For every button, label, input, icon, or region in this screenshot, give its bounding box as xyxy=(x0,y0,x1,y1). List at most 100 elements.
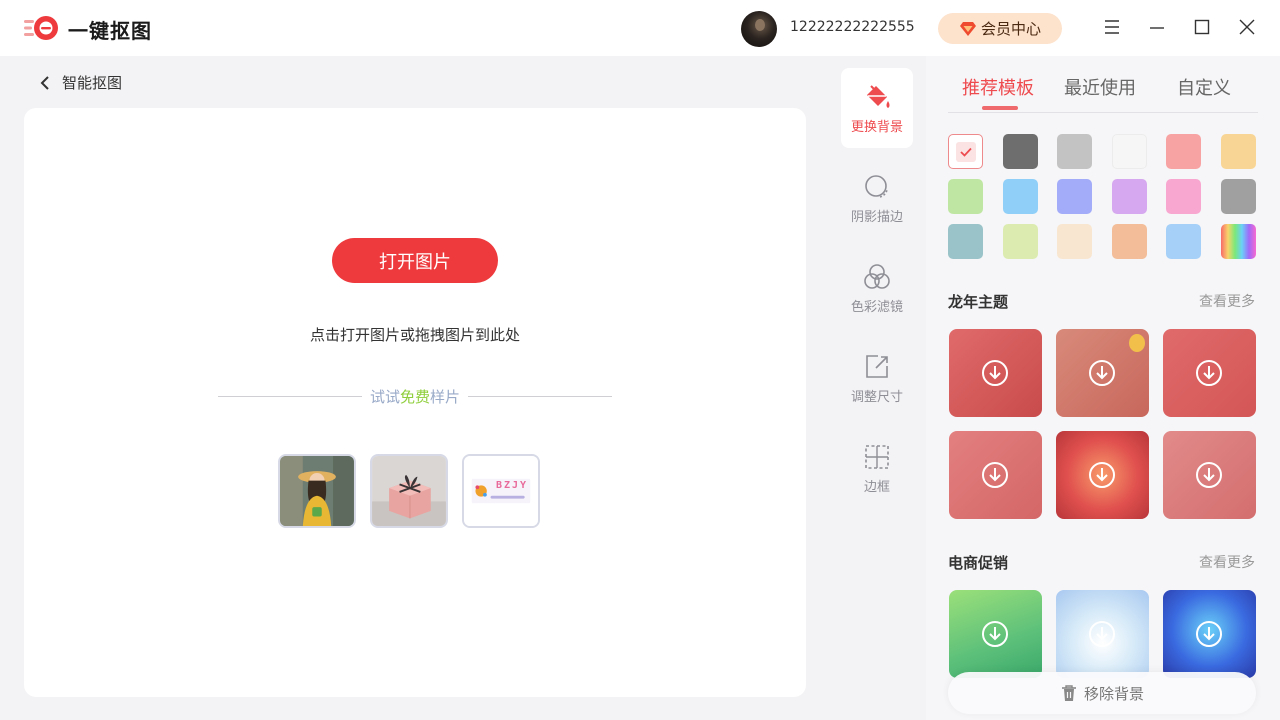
tool-label: 阴影描边 xyxy=(850,209,903,225)
maximize-icon xyxy=(1194,19,1210,35)
download-icon xyxy=(1089,360,1115,386)
swatch-gray[interactable] xyxy=(1221,179,1256,214)
close-icon xyxy=(1239,19,1255,35)
diamond-icon xyxy=(959,21,976,36)
logo-image xyxy=(464,456,538,526)
minimize-button[interactable] xyxy=(1146,16,1168,38)
template-card[interactable] xyxy=(1056,329,1149,417)
swatch-light-gray[interactable] xyxy=(1057,134,1092,169)
template-panel: 推荐模板 最近使用 自定义 龙年主题 查看更多 电商促销 查看更多 xyxy=(926,56,1280,720)
template-card[interactable] xyxy=(949,329,1042,417)
view-more-ecommerce[interactable]: 查看更多 xyxy=(1199,552,1255,572)
swatch-indigo[interactable] xyxy=(1057,179,1092,214)
resize-icon xyxy=(866,354,888,378)
download-icon xyxy=(1089,621,1115,647)
trash-icon xyxy=(1061,685,1076,701)
tool-label: 边框 xyxy=(863,479,890,495)
check-icon xyxy=(959,147,972,157)
view-more-dragon[interactable]: 查看更多 xyxy=(1199,291,1255,311)
section-title-ecommerce: 电商促销 xyxy=(948,554,1009,572)
tool-label: 色彩滤镜 xyxy=(850,299,903,315)
tab-divider xyxy=(948,112,1258,113)
tool-label: 更换背景 xyxy=(850,119,903,135)
tool-resize[interactable]: 调整尺寸 xyxy=(841,338,913,418)
lantern-icon xyxy=(1129,334,1145,352)
swatch-teal[interactable] xyxy=(948,224,983,259)
open-image-button[interactable]: 打开图片 xyxy=(332,238,498,283)
vip-center-button[interactable]: 会员中心 xyxy=(938,13,1062,44)
sample-divider: 试试免费样片 xyxy=(218,384,613,408)
back-link[interactable]: 智能抠图 xyxy=(38,72,122,93)
tool-border[interactable]: 边框 xyxy=(841,428,913,508)
title-bar: 一键抠图 12222222222555 会员中心 xyxy=(0,0,1280,56)
template-card[interactable] xyxy=(1163,590,1256,678)
download-icon xyxy=(982,462,1008,488)
download-icon xyxy=(982,360,1008,386)
sample-thumb-gift[interactable] xyxy=(370,454,448,528)
sample-thumb-portrait[interactable] xyxy=(278,454,356,528)
menu-button[interactable] xyxy=(1101,16,1123,38)
back-label: 智能抠图 xyxy=(62,74,123,92)
maximize-button[interactable] xyxy=(1191,16,1213,38)
template-card[interactable] xyxy=(1056,590,1149,678)
portrait-image xyxy=(280,456,354,526)
swatch-light-blue[interactable] xyxy=(1166,224,1201,259)
logo-text: BZJY xyxy=(496,480,529,491)
sample-thumb-logo[interactable]: BZJY xyxy=(462,454,540,528)
paint-bucket-icon xyxy=(867,84,890,108)
template-tabs: 推荐模板 最近使用 自定义 xyxy=(926,56,1280,112)
tool-change-background[interactable]: 更换背景 xyxy=(841,68,913,148)
shadow-outline-icon xyxy=(865,174,888,198)
template-card[interactable] xyxy=(1163,431,1256,519)
border-icon xyxy=(865,444,889,469)
minimize-icon xyxy=(1150,27,1164,29)
swatch-green[interactable] xyxy=(948,179,983,214)
chevron-left-icon xyxy=(40,75,49,90)
swatch-pink[interactable] xyxy=(1166,134,1201,169)
app-logo-icon xyxy=(24,16,58,40)
tab-recent[interactable]: 最近使用 xyxy=(1064,74,1136,100)
username[interactable]: 12222222222555 xyxy=(790,19,915,35)
color-filter-icon xyxy=(864,263,890,289)
download-icon xyxy=(982,621,1008,647)
section-title-dragon: 龙年主题 xyxy=(948,293,1009,311)
avatar[interactable] xyxy=(741,11,777,47)
tab-custom[interactable]: 自定义 xyxy=(1177,74,1231,100)
template-card[interactable] xyxy=(949,431,1042,519)
app-title: 一键抠图 xyxy=(68,19,152,43)
swatch-rainbow[interactable] xyxy=(1221,224,1256,259)
divider-line-right xyxy=(468,395,613,397)
tab-underline xyxy=(982,106,1018,110)
template-card[interactable] xyxy=(1056,431,1149,519)
gift-image xyxy=(372,456,446,526)
swatch-peach[interactable] xyxy=(1112,224,1147,259)
swatch-yellow[interactable] xyxy=(1221,134,1256,169)
swatch-white[interactable] xyxy=(1112,134,1147,169)
swatch-dark-gray[interactable] xyxy=(1003,134,1038,169)
template-card[interactable] xyxy=(1163,329,1256,417)
remove-background-button[interactable]: 移除背景 xyxy=(948,672,1256,714)
tab-recommended[interactable]: 推荐模板 xyxy=(962,74,1034,100)
swatch-violet[interactable] xyxy=(1112,179,1147,214)
sample-list: BZJY xyxy=(278,454,540,528)
drop-zone[interactable]: 打开图片 点击打开图片或拖拽图片到此处 试试免费样片 BZJY xyxy=(24,108,806,697)
swatch-transparent[interactable] xyxy=(948,134,983,169)
remove-background-label: 移除背景 xyxy=(1083,684,1144,703)
tool-shadow-outline[interactable]: 阴影描边 xyxy=(841,158,913,238)
tool-column: 更换背景 阴影描边 色彩滤镜 调整尺寸 边框 xyxy=(830,56,924,720)
download-icon xyxy=(1196,462,1222,488)
drop-hint: 点击打开图片或拖拽图片到此处 xyxy=(309,326,520,344)
close-button[interactable] xyxy=(1236,16,1258,38)
download-icon xyxy=(1089,462,1115,488)
vip-center-label: 会员中心 xyxy=(980,20,1041,38)
swatch-sky[interactable] xyxy=(1003,179,1038,214)
sample-caption: 试试免费样片 xyxy=(369,387,461,406)
swatch-cream[interactable] xyxy=(1057,224,1092,259)
swatch-rose[interactable] xyxy=(1166,179,1201,214)
download-icon xyxy=(1196,621,1222,647)
tool-label: 调整尺寸 xyxy=(850,389,903,405)
divider-line-left xyxy=(218,395,362,397)
tool-color-filter[interactable]: 色彩滤镜 xyxy=(841,248,913,328)
template-card[interactable] xyxy=(949,590,1042,678)
swatch-lime[interactable] xyxy=(1003,224,1038,259)
